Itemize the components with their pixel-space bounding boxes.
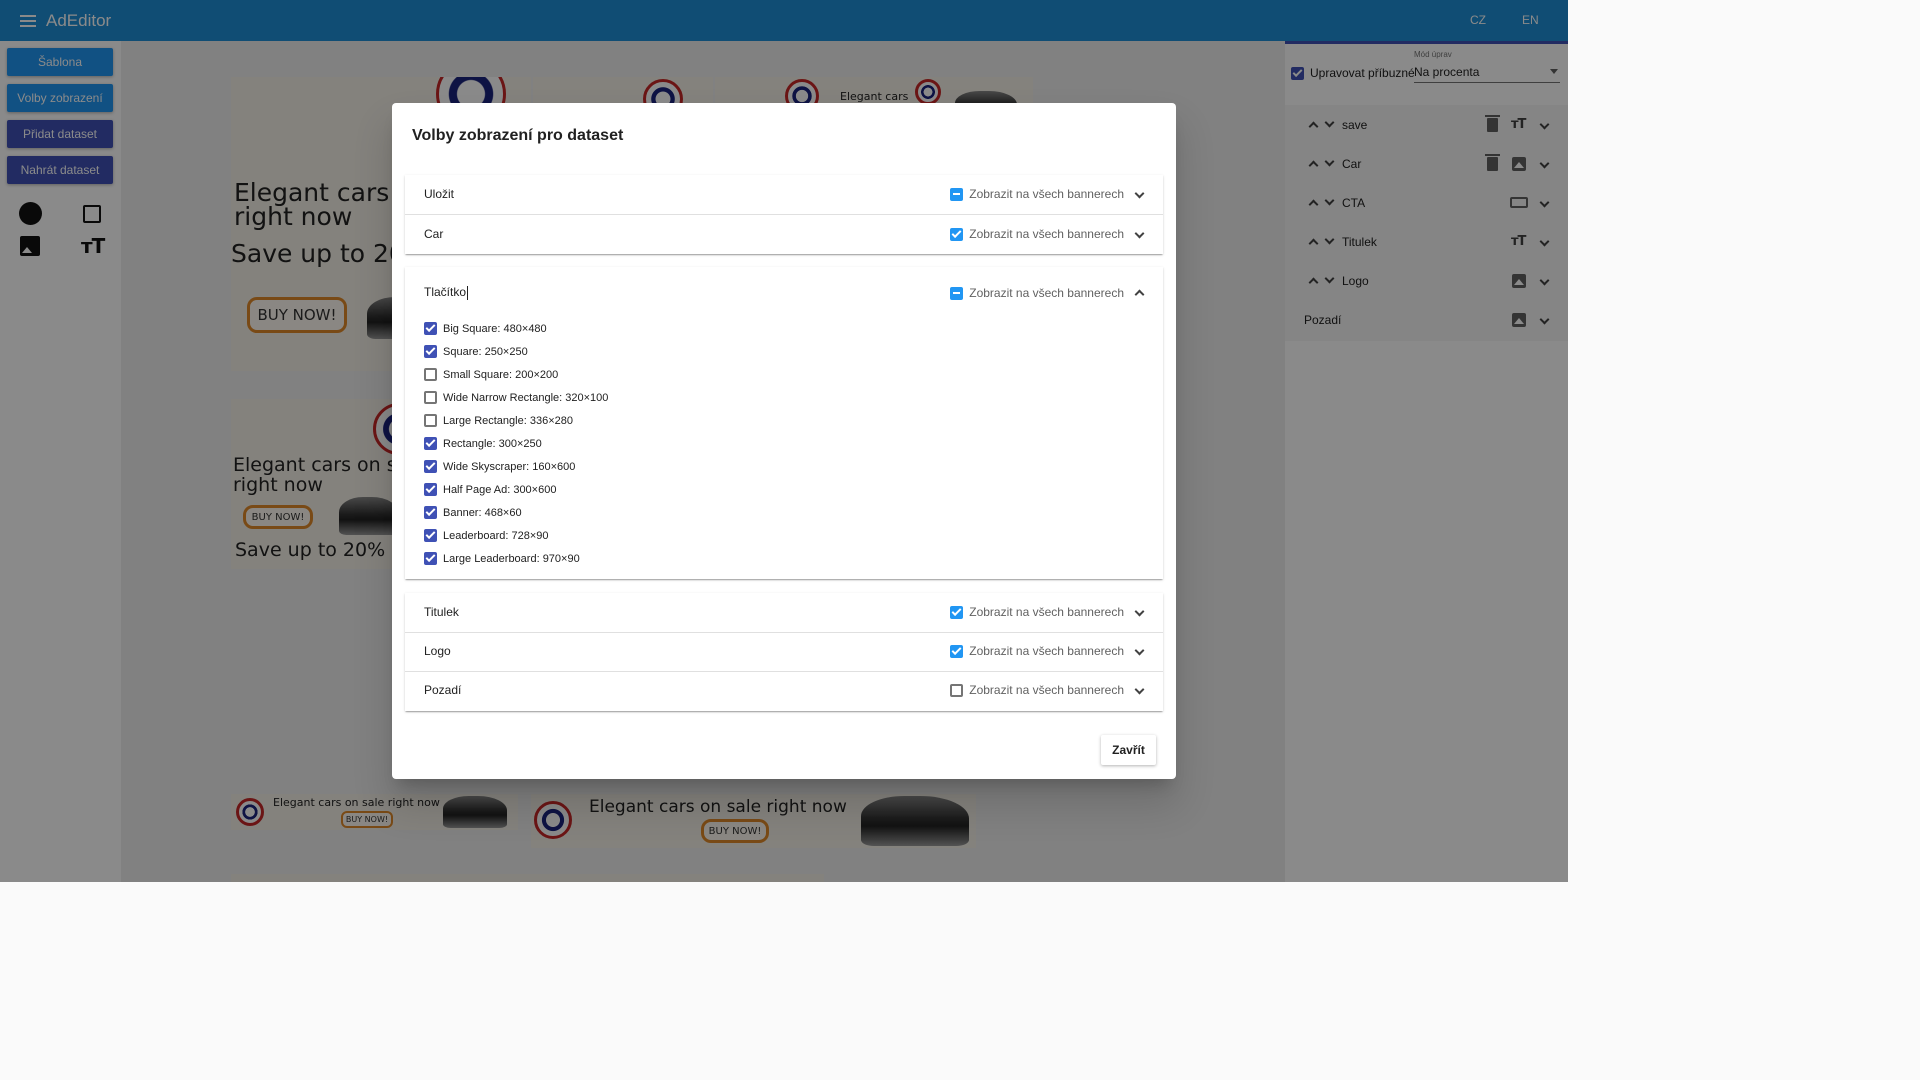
size-label: Banner: 468×60	[443, 506, 522, 519]
show-all-checkbox[interactable]	[950, 683, 964, 697]
size-label: Leaderboard: 728×90	[443, 529, 549, 542]
size-label: Large Rectangle: 336×280	[443, 414, 573, 427]
show-all-toggle[interactable]: Zobrazit na všech bannerech	[950, 683, 1124, 697]
size-label: Wide Narrow Rectangle: 320×100	[443, 391, 609, 404]
expand-icon[interactable]	[1134, 684, 1145, 695]
size-checkbox[interactable]	[424, 322, 437, 335]
size-option[interactable]: Wide Skyscraper: 160×600	[424, 460, 575, 473]
show-all-label: Zobrazit na všech bannerech	[969, 187, 1124, 201]
size-checkbox[interactable]	[424, 391, 437, 404]
size-option[interactable]: Wide Narrow Rectangle: 320×100	[424, 391, 608, 404]
size-label: Half Page Ad: 300×600	[443, 483, 557, 496]
section-row-car[interactable]: Car Zobrazit na všech bannerech	[405, 215, 1163, 254]
show-all-checkbox[interactable]	[950, 227, 964, 241]
section-row-logo[interactable]: Logo Zobrazit na všech bannerech	[405, 632, 1163, 671]
section-name: Uložit	[424, 187, 455, 201]
section-name: Logo	[424, 644, 451, 658]
show-all-label: Zobrazit na všech bannerech	[969, 286, 1124, 300]
expand-icon[interactable]	[1134, 228, 1145, 239]
size-option[interactable]: Banner: 468×60	[424, 506, 522, 519]
show-all-toggle[interactable]: Zobrazit na všech bannerech	[950, 605, 1124, 619]
size-option[interactable]: Half Page Ad: 300×600	[424, 483, 556, 496]
expand-icon[interactable]	[1134, 188, 1145, 199]
section-panel-tlacitko: Tlačítko Zobrazit na všech bannerech Big…	[405, 267, 1163, 579]
show-all-checkbox[interactable]	[950, 605, 964, 619]
section-row-ulozit[interactable]: Uložit Zobrazit na všech bannerech	[405, 175, 1163, 214]
size-option[interactable]: Leaderboard: 728×90	[424, 529, 549, 542]
show-all-toggle[interactable]: Zobrazit na všech bannerech	[950, 227, 1124, 241]
section-row-tlacitko[interactable]: Tlačítko Zobrazit na všech bannerech	[405, 277, 1163, 316]
collapse-icon[interactable]	[1134, 289, 1145, 300]
size-checkbox[interactable]	[424, 483, 437, 496]
size-option[interactable]: Small Square: 200×200	[424, 368, 558, 381]
size-label: Wide Skyscraper: 160×600	[443, 460, 576, 473]
size-option[interactable]: Large Rectangle: 336×280	[424, 414, 573, 427]
size-checkbox[interactable]	[424, 437, 437, 450]
size-option[interactable]: Square: 250×250	[424, 345, 528, 358]
close-button[interactable]: Zavřít	[1101, 735, 1156, 765]
section-name: Titulek	[424, 605, 459, 619]
size-label: Small Square: 200×200	[443, 368, 559, 381]
expand-icon[interactable]	[1134, 645, 1145, 656]
section-name: Car	[424, 227, 444, 241]
show-all-label: Zobrazit na všech bannerech	[969, 227, 1124, 241]
size-checkbox[interactable]	[424, 506, 437, 519]
size-option[interactable]: Rectangle: 300×250	[424, 437, 542, 450]
section-row-pozadi[interactable]: Pozadí Zobrazit na všech bannerech	[405, 671, 1163, 710]
size-label: Rectangle: 300×250	[443, 437, 542, 450]
section-name: Pozadí	[424, 683, 462, 697]
dialog-title: Volby zobrazení pro dataset	[412, 127, 624, 144]
section-panel-bottom: Titulek Zobrazit na všech bannerech Logo…	[405, 593, 1163, 711]
show-all-checkbox[interactable]	[950, 286, 964, 300]
size-label: Square: 250×250	[443, 345, 528, 358]
size-checkbox[interactable]	[424, 414, 437, 427]
size-checkbox[interactable]	[424, 552, 437, 565]
show-all-toggle[interactable]: Zobrazit na všech bannerech	[950, 286, 1124, 300]
size-label: Large Leaderboard: 970×90	[443, 552, 580, 565]
size-checkbox[interactable]	[424, 368, 437, 381]
section-name-input[interactable]: Tlačítko	[424, 285, 469, 300]
show-all-toggle[interactable]: Zobrazit na všech bannerech	[950, 187, 1124, 201]
section-panel-top: Uložit Zobrazit na všech bannerech Car Z…	[405, 175, 1163, 254]
size-checkbox[interactable]	[424, 460, 437, 473]
show-all-label: Zobrazit na všech bannerech	[969, 683, 1124, 697]
size-checkbox[interactable]	[424, 529, 437, 542]
show-all-label: Zobrazit na všech bannerech	[969, 644, 1124, 658]
size-option[interactable]: Big Square: 480×480	[424, 322, 547, 335]
show-all-checkbox[interactable]	[950, 644, 964, 658]
show-all-label: Zobrazit na všech bannerech	[969, 605, 1124, 619]
show-all-checkbox[interactable]	[950, 187, 964, 201]
expand-icon[interactable]	[1134, 606, 1145, 617]
size-label: Big Square: 480×480	[443, 322, 547, 335]
show-all-toggle[interactable]: Zobrazit na všech bannerech	[950, 644, 1124, 658]
display-options-dialog: Volby zobrazení pro dataset Uložit Zobra…	[392, 103, 1176, 779]
size-option[interactable]: Large Leaderboard: 970×90	[424, 552, 580, 565]
size-checkbox[interactable]	[424, 345, 437, 358]
section-row-titulek[interactable]: Titulek Zobrazit na všech bannerech	[405, 593, 1163, 632]
